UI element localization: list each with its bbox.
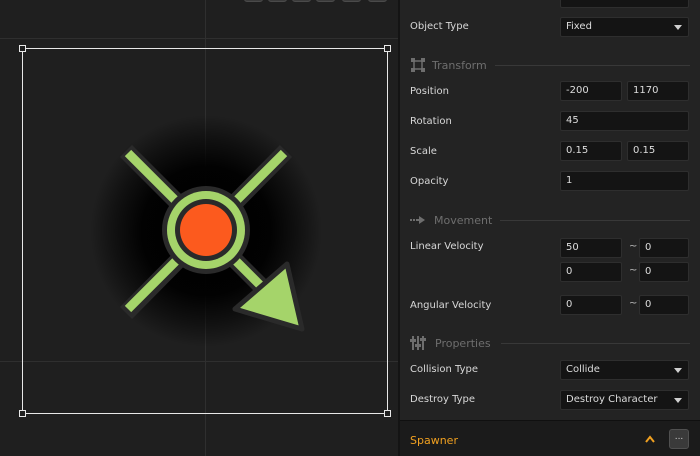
opacity-row: Opacity 1 <box>400 171 700 193</box>
position-label: Position <box>410 86 449 97</box>
collision-type-row: Collision Type Collide <box>400 359 700 381</box>
linear-velocity-x-min-input[interactable]: 50 <box>560 238 622 258</box>
collision-type-label: Collision Type <box>410 364 479 375</box>
divider <box>501 343 690 344</box>
angular-velocity-row: Angular Velocity 0 ~ 0 <box>400 292 700 315</box>
move-arrows-icon <box>411 58 425 72</box>
range-separator: ~ <box>629 265 638 276</box>
divider <box>500 220 690 221</box>
spawner-title: Spawner <box>410 434 458 447</box>
scale-label: Scale <box>410 146 437 157</box>
rotation-input[interactable]: 45 <box>560 111 689 131</box>
range-separator: ~ <box>629 298 638 309</box>
collision-type-value: Collide <box>566 364 600 375</box>
more-options-button[interactable]: ... <box>669 429 689 449</box>
destroy-type-value: Destroy Character <box>566 394 658 405</box>
destroy-type-row: Destroy Type Destroy Character <box>400 389 700 411</box>
sliders-icon <box>410 336 426 350</box>
section-movement[interactable]: Movement <box>400 210 700 230</box>
linear-velocity-y-max-input[interactable]: 0 <box>639 262 689 282</box>
linear-velocity-y-min-input[interactable]: 0 <box>560 262 622 282</box>
preset-select[interactable] <box>560 0 689 8</box>
linear-velocity-row: Linear Velocity 50 ~ 0 <box>400 236 700 258</box>
motion-arrow-icon <box>410 216 425 224</box>
rotation-label: Rotation <box>410 116 452 127</box>
chevron-down-icon <box>674 368 682 373</box>
range-separator: ~ <box>629 241 638 252</box>
scale-y-input[interactable]: 0.15 <box>627 141 689 161</box>
collision-type-select[interactable]: Collide <box>560 360 689 380</box>
resize-handle-top-left[interactable] <box>19 45 26 52</box>
opacity-input[interactable]: 1 <box>560 171 689 191</box>
position-x-input[interactable]: -200 <box>560 81 622 101</box>
scale-row: Scale 0.15 0.15 <box>400 141 700 163</box>
chevron-up-icon[interactable] <box>645 435 655 443</box>
section-properties[interactable]: Properties <box>400 333 700 353</box>
section-title-movement: Movement <box>434 214 493 227</box>
linear-velocity-label: Linear Velocity <box>410 241 484 252</box>
angular-velocity-max-input[interactable]: 0 <box>639 295 689 315</box>
resize-handle-top-right[interactable] <box>384 45 391 52</box>
spawner-header[interactable]: Spawner ... <box>400 420 700 456</box>
linear-velocity-x-max-input[interactable]: 0 <box>639 238 689 258</box>
object-type-select[interactable]: Fixed <box>560 17 689 37</box>
chevron-down-icon <box>674 398 682 403</box>
opacity-label: Opacity <box>410 176 449 187</box>
chevron-down-icon <box>674 25 682 30</box>
object-type-label: Object Type <box>410 21 469 32</box>
section-title-properties: Properties <box>435 337 491 350</box>
angular-velocity-label: Angular Velocity <box>410 300 492 311</box>
divider <box>495 65 690 66</box>
inspector-panel: Object Type Fixed Transform Position -20… <box>400 0 700 456</box>
section-transform[interactable]: Transform <box>400 55 700 75</box>
object-type-value: Fixed <box>566 21 592 32</box>
resize-handle-bottom-right[interactable] <box>384 410 391 417</box>
scene-viewport[interactable] <box>0 0 398 456</box>
angular-velocity-min-input[interactable]: 0 <box>560 295 622 315</box>
scale-x-input[interactable]: 0.15 <box>560 141 622 161</box>
selection-box[interactable] <box>22 48 388 414</box>
position-y-input[interactable]: 1170 <box>627 81 689 101</box>
rotation-row: Rotation 45 <box>400 111 700 133</box>
destroy-type-select[interactable]: Destroy Character <box>560 390 689 410</box>
resize-handle-bottom-left[interactable] <box>19 410 26 417</box>
section-title-transform: Transform <box>432 59 487 72</box>
object-type-row: Object Type Fixed <box>400 16 700 38</box>
position-row: Position -200 1170 <box>400 81 700 103</box>
destroy-type-label: Destroy Type <box>410 394 476 405</box>
linear-velocity-y-row: 0 ~ 0 <box>400 260 700 282</box>
